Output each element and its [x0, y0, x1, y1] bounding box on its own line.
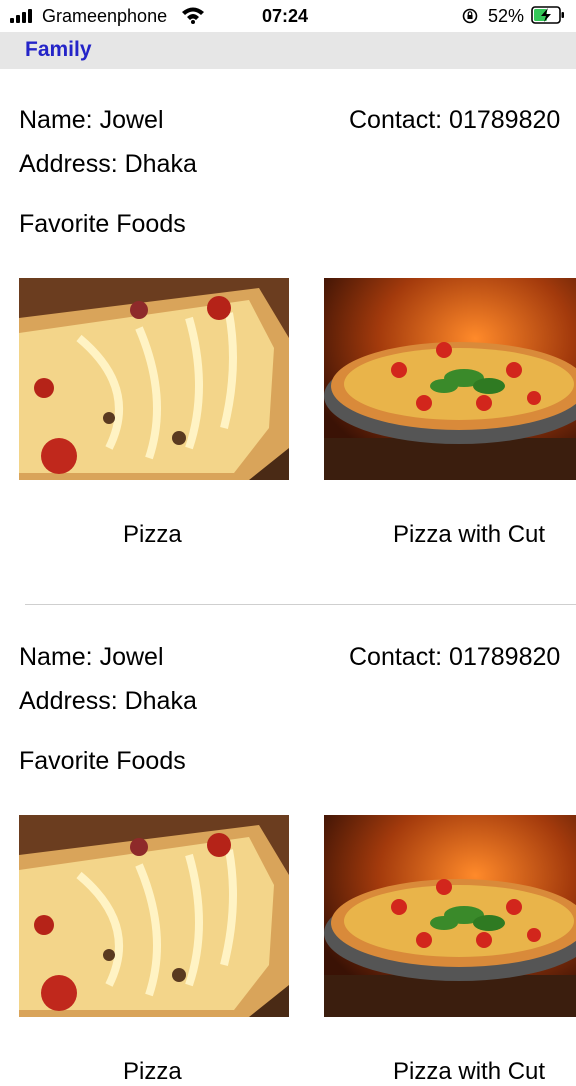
member-name: Name: Jowel — [19, 106, 164, 134]
favorite-foods-title: Favorite Foods — [19, 210, 186, 238]
food-label-pizza-with-cut: Pizza with Cut — [393, 521, 546, 548]
food-image-pizza[interactable] — [19, 815, 289, 1017]
member-contact: Contact: 01789820 — [349, 643, 561, 671]
wifi-icon — [182, 7, 204, 24]
card-separator — [25, 604, 576, 605]
favorite-foods-title: Favorite Foods — [19, 747, 186, 775]
carrier-name: Grameenphone — [42, 6, 168, 26]
member-name: Name: Jowel — [19, 643, 164, 671]
food-image-pizza-with-cut[interactable] — [324, 815, 576, 1017]
member-address: Address: Dhaka — [19, 150, 197, 178]
battery-charging-icon — [531, 6, 564, 24]
status-bar: Grameenphone 07:24 52% — [0, 0, 576, 32]
food-image-pizza-with-cut[interactable] — [324, 278, 576, 480]
orientation-lock-icon — [462, 8, 478, 24]
signal-icon — [10, 9, 36, 23]
member-address: Address: Dhaka — [19, 687, 197, 715]
battery-percent: 52% — [488, 6, 525, 26]
food-label-pizza: Pizza — [123, 521, 182, 548]
nav-bar: Family — [0, 32, 576, 69]
food-label-pizza-with-cut: Pizza with Cut — [393, 1058, 546, 1085]
food-image-pizza[interactable] — [19, 278, 289, 480]
clock: 07:24 — [262, 6, 309, 26]
nav-title-family[interactable]: Family — [25, 38, 92, 62]
member-contact: Contact: 01789820 — [349, 106, 561, 134]
food-label-pizza: Pizza — [123, 1058, 182, 1085]
